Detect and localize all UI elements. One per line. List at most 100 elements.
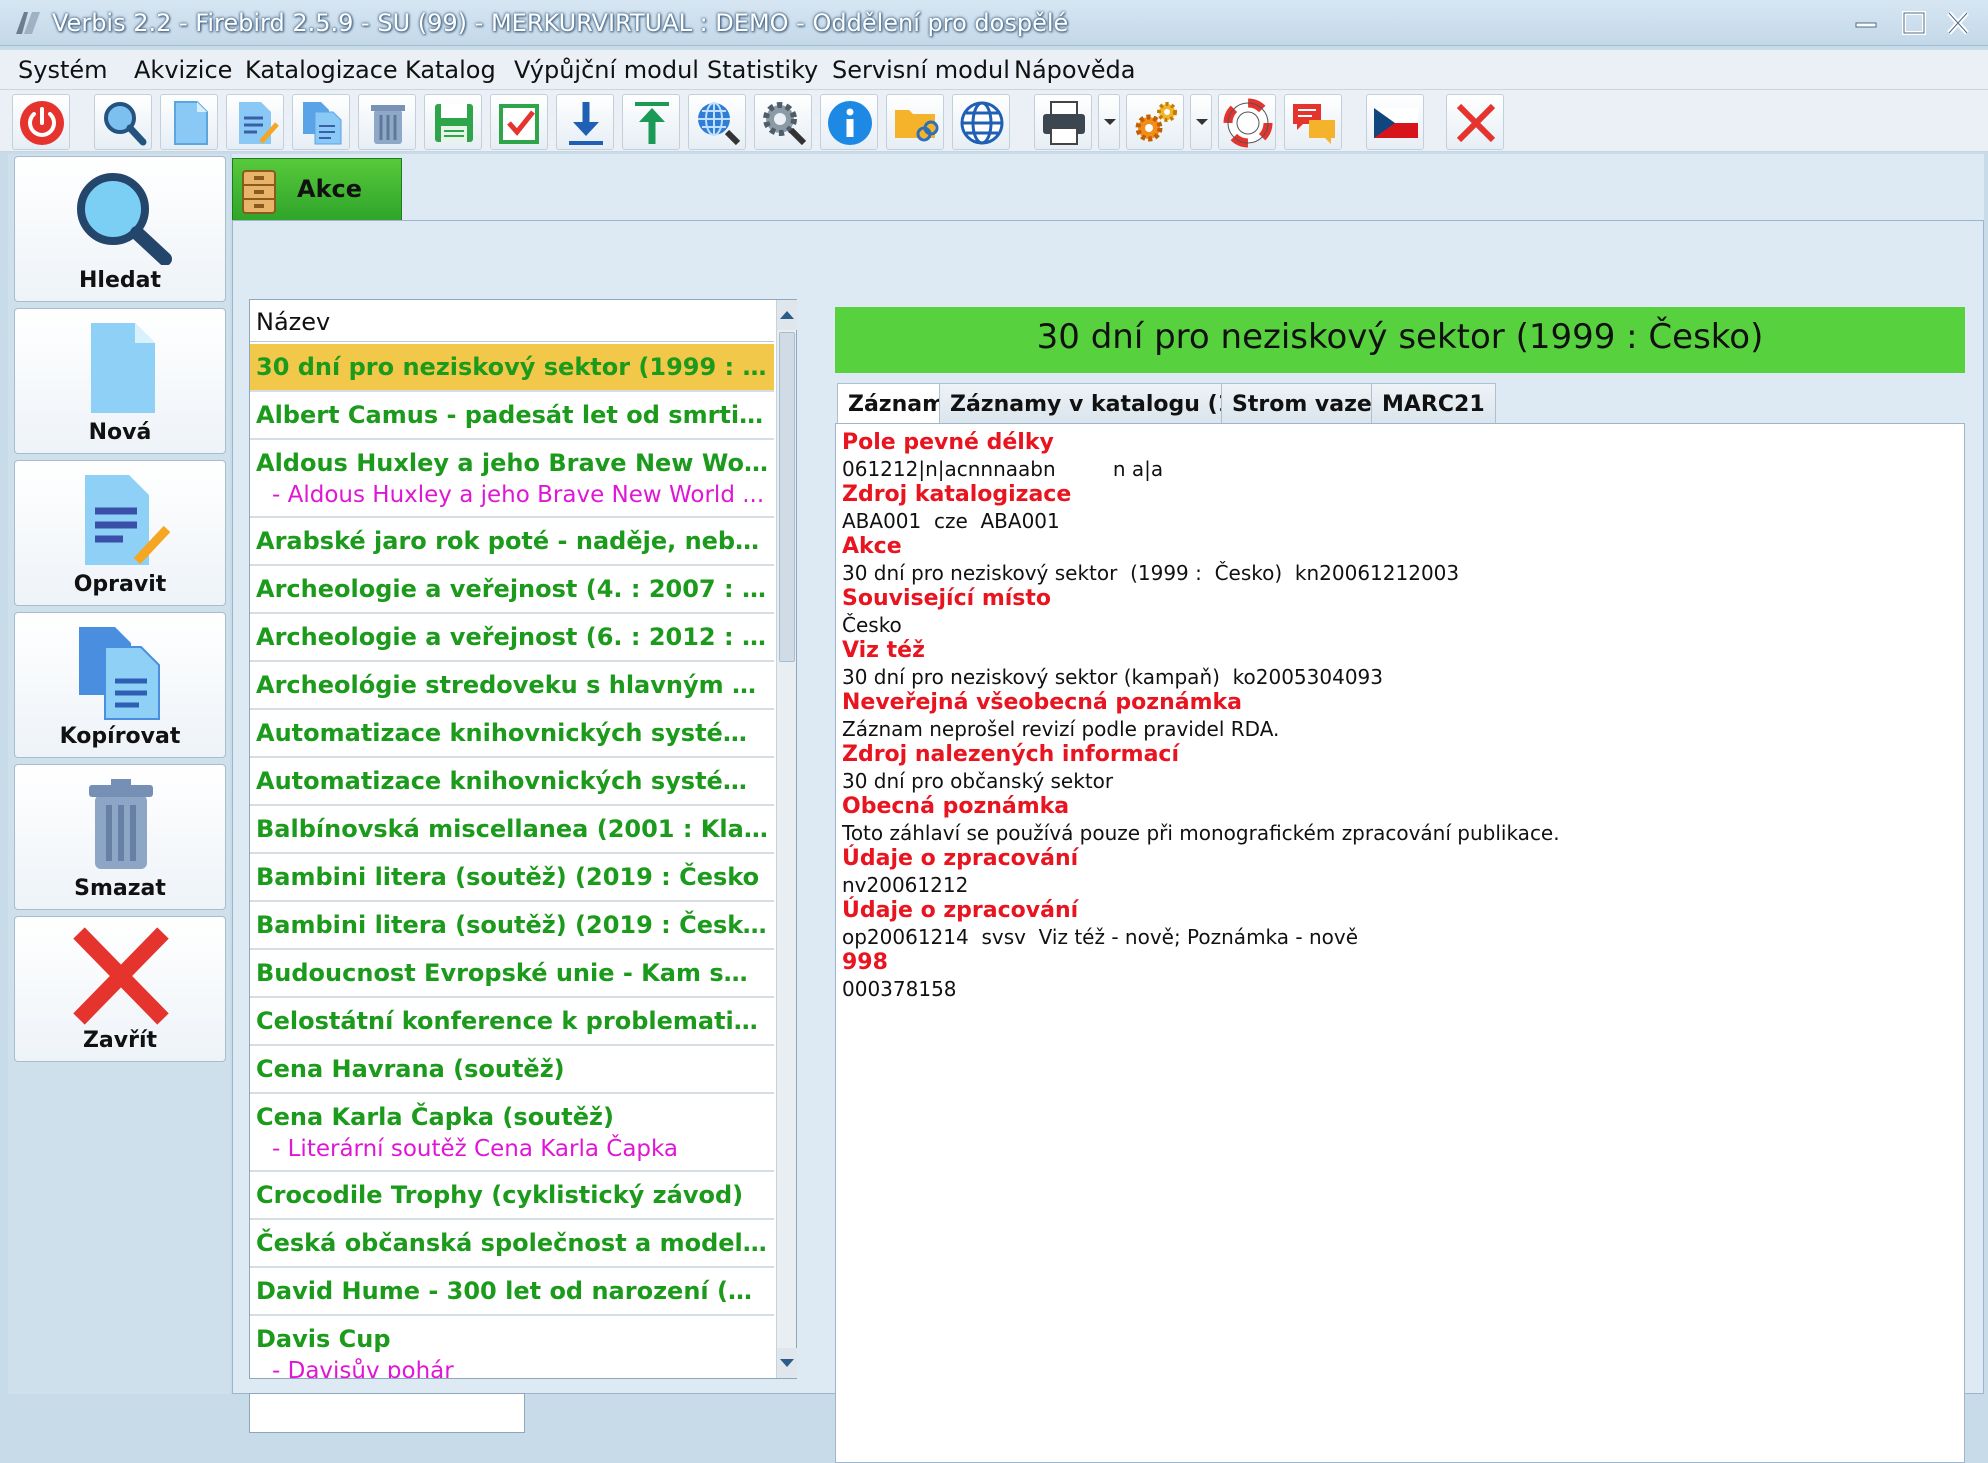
chevron-down-icon	[1196, 119, 1208, 125]
list-item[interactable]: Cena Karla Čapka (soutěž) - Literární sou…	[250, 1094, 774, 1172]
save-button[interactable]	[424, 94, 482, 150]
sidebar-close-button[interactable]: Zavřít	[14, 916, 226, 1062]
close-app-button[interactable]	[1446, 94, 1504, 150]
list-item[interactable]: Cena Havrana (soutěž)	[250, 1046, 774, 1094]
list-item[interactable]: Automatizace knihovnických systémů (1998…	[250, 758, 774, 806]
field-label: Zdroj nalezených informací	[842, 742, 1180, 767]
list-item-title: Albert Camus - padesát let od smrti (201…	[256, 401, 768, 429]
list-item-title: Balbínovská miscellanea (2001 : Klatovy)	[256, 815, 768, 843]
menu-system[interactable]: Systém	[18, 54, 108, 86]
menu-bar: Systém Akvizice Katalogizace Katalog Výp…	[0, 50, 1988, 90]
delete-button[interactable]	[358, 94, 416, 150]
list-item[interactable]: Archeologie a veřejnost (6. : 2012 : Mik…	[250, 614, 774, 662]
list-item-title: Davis Cup	[256, 1325, 391, 1353]
maximize-icon[interactable]	[1896, 6, 1932, 40]
list-item[interactable]: Automatizace knihovnických systémů (1997…	[250, 710, 774, 758]
list-item-title: 30 dní pro neziskový sektor (1999 : Česk…	[256, 353, 768, 381]
power-button[interactable]	[12, 94, 70, 150]
print-button[interactable]	[1034, 94, 1092, 150]
lifebuoy-icon	[1223, 98, 1273, 148]
tab-akce[interactable]: Akce	[232, 158, 402, 220]
sidebar-copy-button[interactable]: Kopírovat	[14, 612, 226, 758]
list-item[interactable]: David Hume - 300 let od narození (2011)	[250, 1268, 774, 1316]
menu-servisni-modul[interactable]: Servisní modul	[832, 54, 1010, 86]
sidebar-delete-button[interactable]: Smazat	[14, 764, 226, 910]
close-icon	[73, 927, 169, 1025]
web-search-icon	[698, 102, 741, 146]
settings-search-button[interactable]	[754, 94, 812, 150]
menu-statistiky[interactable]: Statistiky	[707, 54, 818, 86]
list-header[interactable]: Název	[250, 300, 774, 342]
list-item[interactable]: Česká občanská společnost a modely finan…	[250, 1220, 774, 1268]
tab-marc21[interactable]: MARC21	[1371, 383, 1496, 425]
list-item[interactable]: Davis Cup - Davisův pohár	[250, 1316, 774, 1378]
list-item-title: Archeológie stredoveku s hlavným zameran…	[256, 671, 768, 699]
field-label: Údaje o zpracování	[842, 898, 1079, 923]
list-item[interactable]: Crocodile Trophy (cyklistický závod)	[250, 1172, 774, 1220]
scroll-up-button[interactable]	[777, 300, 797, 330]
quick-search-input[interactable]	[249, 1393, 525, 1433]
menu-napoveda[interactable]: Nápověda	[1014, 54, 1136, 86]
gears-icon	[1135, 102, 1177, 142]
folder-link-button[interactable]	[886, 94, 944, 150]
web-search-button[interactable]	[688, 94, 746, 150]
menu-vypujcni-modul[interactable]: Výpůjční modul	[514, 54, 699, 86]
export-button[interactable]	[622, 94, 680, 150]
list-item-title: Archeologie a veřejnost (6. : 2012 : Mik…	[256, 623, 768, 651]
menu-akvizice[interactable]: Akvizice	[134, 54, 232, 86]
scroll-thumb[interactable]	[779, 332, 795, 662]
cabinet-icon	[242, 170, 276, 214]
search-icon	[77, 173, 172, 265]
info-icon	[828, 101, 872, 145]
menu-katalogizace[interactable]: Katalogizace	[245, 54, 398, 86]
list-scrollbar[interactable]	[776, 300, 797, 1378]
download-icon	[569, 102, 603, 145]
list-item[interactable]: Archeológie stredoveku s hlavným zameran…	[250, 662, 774, 710]
new-button[interactable]	[160, 94, 218, 150]
field-label: Obecná poznámka	[842, 794, 1070, 819]
print-dropdown[interactable]	[1098, 94, 1120, 150]
sidebar-edit-button[interactable]: Opravit	[14, 460, 226, 606]
field-value: 30 dní pro neziskový sektor (kampaň) ko2…	[842, 665, 1383, 689]
list-item[interactable]: Arabské jaro rok poté - naděje, nebo oba…	[250, 518, 774, 566]
scroll-down-button[interactable]	[777, 1348, 797, 1378]
check-button[interactable]	[490, 94, 548, 150]
chevron-up-icon	[780, 311, 794, 319]
import-button[interactable]	[556, 94, 614, 150]
tools-dropdown[interactable]	[1190, 94, 1212, 150]
minimize-icon[interactable]	[1848, 6, 1884, 40]
field-label: Související místo	[842, 586, 1052, 611]
field-value: op20061214 svsv Viz též - nově; Poznámka…	[842, 925, 1359, 949]
record-fields: Pole pevné délky 061212|n|acnnnaabn n a|a…	[835, 423, 1965, 1463]
tools-button[interactable]	[1126, 94, 1184, 150]
info-button[interactable]	[820, 94, 878, 150]
list-item[interactable]: Bambini litera (soutěž) (2019 : Česko)	[250, 902, 774, 950]
window-close-icon[interactable]	[1940, 6, 1976, 40]
list-item[interactable]: Budoucnost Evropské unie - Kam směřuje	[250, 950, 774, 998]
sidebar-search-button[interactable]: Hledat	[14, 156, 226, 302]
list-item[interactable]: Celostátní konference k problematice kni…	[250, 998, 774, 1046]
edit-button[interactable]	[226, 94, 284, 150]
globe-button[interactable]	[952, 94, 1010, 150]
search-icon	[104, 102, 147, 146]
field-label: Pole pevné délky	[842, 430, 1054, 455]
list-item[interactable]: Albert Camus - padesát let od smrti (201…	[250, 392, 774, 440]
copy-button[interactable]	[292, 94, 350, 150]
power-icon	[20, 101, 64, 145]
list-item[interactable]: 30 dní pro neziskový sektor (1999 : Česk…	[250, 344, 774, 392]
list-item[interactable]: Aldous Huxley a jeho Brave New World - Al…	[250, 440, 774, 518]
field-value: ABA001 cze ABA001	[842, 509, 1060, 533]
list-item-alt-title: - Davisův pohár	[272, 1358, 454, 1378]
list-item[interactable]: Balbínovská miscellanea (2001 : Klatovy)	[250, 806, 774, 854]
search-button[interactable]	[94, 94, 152, 150]
menu-katalog[interactable]: Katalog	[405, 54, 496, 86]
list-item[interactable]: Archeologie a veřejnost (4. : 2007 : Kut…	[250, 566, 774, 614]
trash-icon	[89, 779, 153, 869]
list-item-title: Celostátní konference k problematice kni…	[256, 1007, 768, 1035]
help-button[interactable]	[1218, 94, 1276, 150]
language-button[interactable]	[1366, 94, 1424, 150]
list-item-title: Bambini litera (soutěž) (2019 : Česko)	[256, 911, 768, 939]
sidebar-new-button[interactable]: Nová	[14, 308, 226, 454]
messages-button[interactable]	[1284, 94, 1342, 150]
list-item[interactable]: Bambini litera (soutěž) (2019 : Česko	[250, 854, 774, 902]
